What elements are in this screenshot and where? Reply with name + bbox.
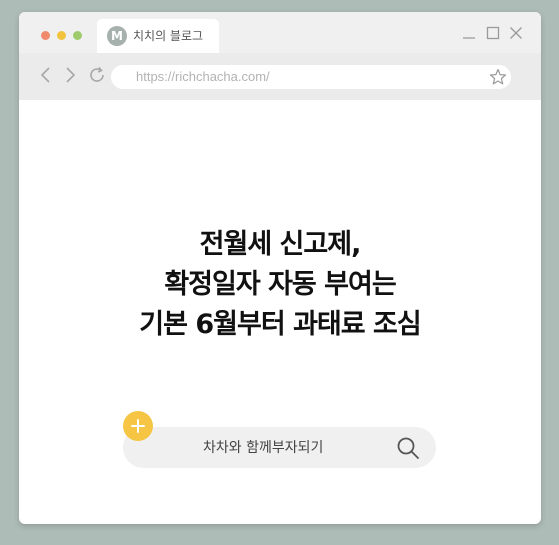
zoom-dot[interactable]	[73, 31, 82, 40]
minimize-icon[interactable]	[462, 26, 476, 40]
close-icon[interactable]	[509, 26, 523, 40]
chevron-right-icon[interactable]	[63, 65, 77, 89]
maximize-icon[interactable]	[486, 26, 500, 40]
tab-title: 치치의 블로그	[133, 29, 204, 43]
plus-icon[interactable]	[123, 411, 153, 441]
address-bar[interactable]: https://richchacha.com/	[111, 65, 511, 89]
close-dot[interactable]	[41, 31, 50, 40]
star-icon[interactable]	[489, 68, 507, 90]
search-bar[interactable]: 차차와 함께부자되기	[123, 427, 436, 468]
title-bar: M 치치의 블로그	[19, 12, 541, 53]
headline-line-1: 전월세 신고제,	[199, 229, 362, 260]
headline-line-3: 기본 6월부터 과태료 조심	[139, 309, 421, 340]
url-text: https://richchacha.com/	[136, 69, 270, 84]
minimize-dot[interactable]	[57, 31, 66, 40]
browser-tab[interactable]: M 치치의 블로그	[97, 19, 219, 53]
chevron-left-icon[interactable]	[39, 65, 53, 89]
browser-toolbar: https://richchacha.com/	[19, 53, 541, 100]
search-text: 차차와 함께부자되기	[203, 440, 324, 456]
browser-window: M 치치의 블로그 https://richchacha.com/ 전월세 신고…	[19, 12, 541, 524]
reload-icon[interactable]	[87, 65, 107, 89]
headline-line-2: 확정일자 자동 부여는	[164, 269, 396, 300]
page-headline: 전월세 신고제, 확정일자 자동 부여는 기본 6월부터 과태료 조심	[19, 225, 541, 345]
search-icon[interactable]	[395, 435, 421, 465]
tab-avatar: M	[107, 26, 127, 46]
